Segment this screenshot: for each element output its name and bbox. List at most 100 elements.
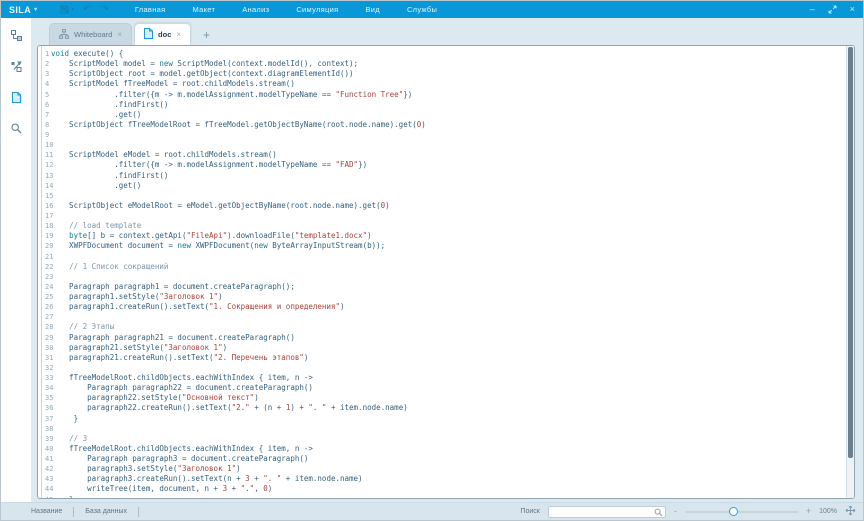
tab-doc[interactable]: doc ×	[134, 23, 191, 45]
tab-close-icon[interactable]: ×	[117, 30, 122, 39]
code-line[interactable]: 30 paragraph21.setStyle("Заголовок 1")	[38, 343, 846, 353]
save-icon[interactable]	[60, 5, 69, 14]
code-line[interactable]: 24 Paragraph paragraph1 = document.creat…	[38, 282, 846, 292]
zoom-slider-track[interactable]	[685, 511, 798, 514]
code-line[interactable]: 10	[38, 140, 846, 150]
code-line[interactable]: 36 paragraph22.createRun().setText("2." …	[38, 403, 846, 413]
vertical-scrollbar[interactable]	[846, 46, 854, 498]
code-line[interactable]: 8 ScriptObject fTreeModelRoot = fTreeMod…	[38, 120, 846, 130]
line-number: 11	[38, 150, 50, 160]
code-line[interactable]: 40 fTreeModelRoot.childObjects.eachWithI…	[38, 444, 846, 454]
code-line[interactable]: 45 }	[38, 495, 846, 499]
line-number: 9	[38, 130, 50, 140]
search-input[interactable]	[548, 506, 666, 518]
code-line[interactable]: 37 }	[38, 414, 846, 424]
code-text	[50, 424, 51, 433]
code-line[interactable]: 26 paragraph1.createRun().setText("1. Со…	[38, 302, 846, 312]
code-line[interactable]: 19 byte[] b = context.getApi("FileApi").…	[38, 231, 846, 241]
search-icon[interactable]	[7, 119, 25, 137]
code-line[interactable]: 23	[38, 272, 846, 282]
menu-item-simulyaciya[interactable]: Симуляция	[296, 5, 338, 14]
app-menu-button[interactable]: SILA ▾	[9, 5, 38, 15]
line-number: 22	[38, 262, 50, 272]
line-number: 23	[38, 272, 50, 282]
code-line[interactable]: 31 paragraph21.createRun().setText("2. П…	[38, 353, 846, 363]
tab-whiteboard[interactable]: Whiteboard ×	[49, 23, 132, 45]
code-line[interactable]: 34 Paragraph paragraph22 = document.crea…	[38, 383, 846, 393]
code-line[interactable]: 6 .findFirst()	[38, 100, 846, 110]
menu-item-maket[interactable]: Макет	[192, 5, 215, 14]
menu-item-analiz[interactable]: Анализ	[242, 5, 269, 14]
code-line[interactable]: 38	[38, 424, 846, 434]
tab-label: Whiteboard	[74, 30, 112, 39]
code-line[interactable]: 1void execute() {	[38, 49, 846, 59]
close-button[interactable]: ×	[850, 5, 855, 14]
restore-button[interactable]	[828, 5, 837, 14]
zoom-slider-knob[interactable]	[729, 507, 738, 516]
zoom-out-button[interactable]: -	[674, 507, 677, 516]
code-line[interactable]: 18 // load template	[38, 221, 846, 231]
code-line[interactable]: 16 ScriptObject eModelRoot = eModel.getO…	[38, 201, 846, 211]
code-line[interactable]: 33 fTreeModelRoot.childObjects.eachWithI…	[38, 373, 846, 383]
menu-item-glavnaya[interactable]: Главная	[135, 5, 166, 14]
line-number: 2	[38, 59, 50, 69]
tab-close-icon[interactable]: ×	[176, 30, 181, 39]
code-line[interactable]: 22 // 1 Список сокращений	[38, 262, 846, 272]
line-number: 15	[38, 191, 50, 201]
menu-item-sluzhby[interactable]: Службы	[407, 5, 437, 14]
code-line[interactable]: 14 .get()	[38, 181, 846, 191]
line-number: 42	[38, 464, 50, 474]
code-line[interactable]: 17	[38, 211, 846, 221]
code-text: Paragraph paragraph22 = document.createP…	[50, 383, 313, 392]
hierarchy-icon[interactable]	[7, 26, 25, 44]
code-line[interactable]: 15	[38, 191, 846, 201]
code-line[interactable]: 28 // 2 Этапы	[38, 322, 846, 332]
line-number: 34	[38, 383, 50, 393]
code-text: ScriptModel model = new ScriptModel(cont…	[50, 59, 358, 68]
scrollbar-thumb[interactable]	[848, 47, 853, 458]
code-line[interactable]: 11 ScriptModel eModel = root.childModels…	[38, 150, 846, 160]
statusbar-item-database[interactable]: База данных	[85, 508, 127, 515]
code-line[interactable]: 41 Paragraph paragraph3 = document.creat…	[38, 454, 846, 464]
redo-icon[interactable]: ↷	[100, 5, 108, 15]
code-line[interactable]: 2 ScriptModel model = new ScriptModel(co…	[38, 59, 846, 69]
code-line[interactable]: 35 paragraph22.setStyle("Основной текст"…	[38, 393, 846, 403]
code-text: // 2 Этапы	[50, 322, 114, 331]
code-line[interactable]: 32	[38, 363, 846, 373]
line-number: 38	[38, 424, 50, 434]
zoom-level: 100%	[819, 508, 837, 515]
zoom-in-button[interactable]: +	[806, 507, 811, 516]
code-editor[interactable]: 1void execute() {2 ScriptModel model = n…	[37, 45, 855, 499]
model-icon[interactable]	[7, 57, 25, 75]
line-number: 45	[38, 495, 50, 499]
menu-item-vid[interactable]: Вид	[365, 5, 379, 14]
zoom-slider[interactable]	[685, 507, 798, 516]
divider	[138, 507, 139, 517]
statusbar-item-nazvanie[interactable]: Название	[31, 508, 62, 515]
code-line[interactable]: 7 .get()	[38, 110, 846, 120]
minimize-button[interactable]: –	[810, 5, 815, 14]
undo-icon[interactable]: ↶	[83, 5, 91, 15]
code-line[interactable]: 12 .filter({m -> m.modelAssignment.model…	[38, 160, 846, 170]
line-number: 13	[38, 171, 50, 181]
code-line[interactable]: 5 .filter({m -> m.modelAssignment.modelT…	[38, 90, 846, 100]
save-chevron-icon[interactable]: ▾	[72, 7, 75, 13]
code-line[interactable]: 9	[38, 130, 846, 140]
code-line[interactable]: 20 XWPFDocument document = new XWPFDocum…	[38, 241, 846, 251]
code-line[interactable]: 43 paragraph3.createRun().setText(n + 3 …	[38, 474, 846, 484]
code-line[interactable]: 39 // 3	[38, 434, 846, 444]
code-line[interactable]: 44 writeTree(item, document, n + 3 + "."…	[38, 484, 846, 494]
code-line[interactable]: 42 paragraph3.setStyle("Заголовок 1")	[38, 464, 846, 474]
line-number: 21	[38, 252, 50, 262]
code-line[interactable]: 27	[38, 312, 846, 322]
code-line[interactable]: 25 paragraph1.setStyle("Заголовок 1")	[38, 292, 846, 302]
new-tab-button[interactable]: +	[203, 29, 210, 41]
code-line[interactable]: 13 .findFirst()	[38, 171, 846, 181]
code-line[interactable]: 3 ScriptObject root = model.getObject(co…	[38, 69, 846, 79]
line-number: 33	[38, 373, 50, 383]
fit-view-icon[interactable]	[845, 505, 856, 518]
code-line[interactable]: 21	[38, 252, 846, 262]
code-line[interactable]: 29 Paragraph paragraph21 = document.crea…	[38, 333, 846, 343]
document-icon[interactable]	[7, 88, 25, 106]
code-line[interactable]: 4 ScriptModel fTreeModel = root.childMod…	[38, 79, 846, 89]
